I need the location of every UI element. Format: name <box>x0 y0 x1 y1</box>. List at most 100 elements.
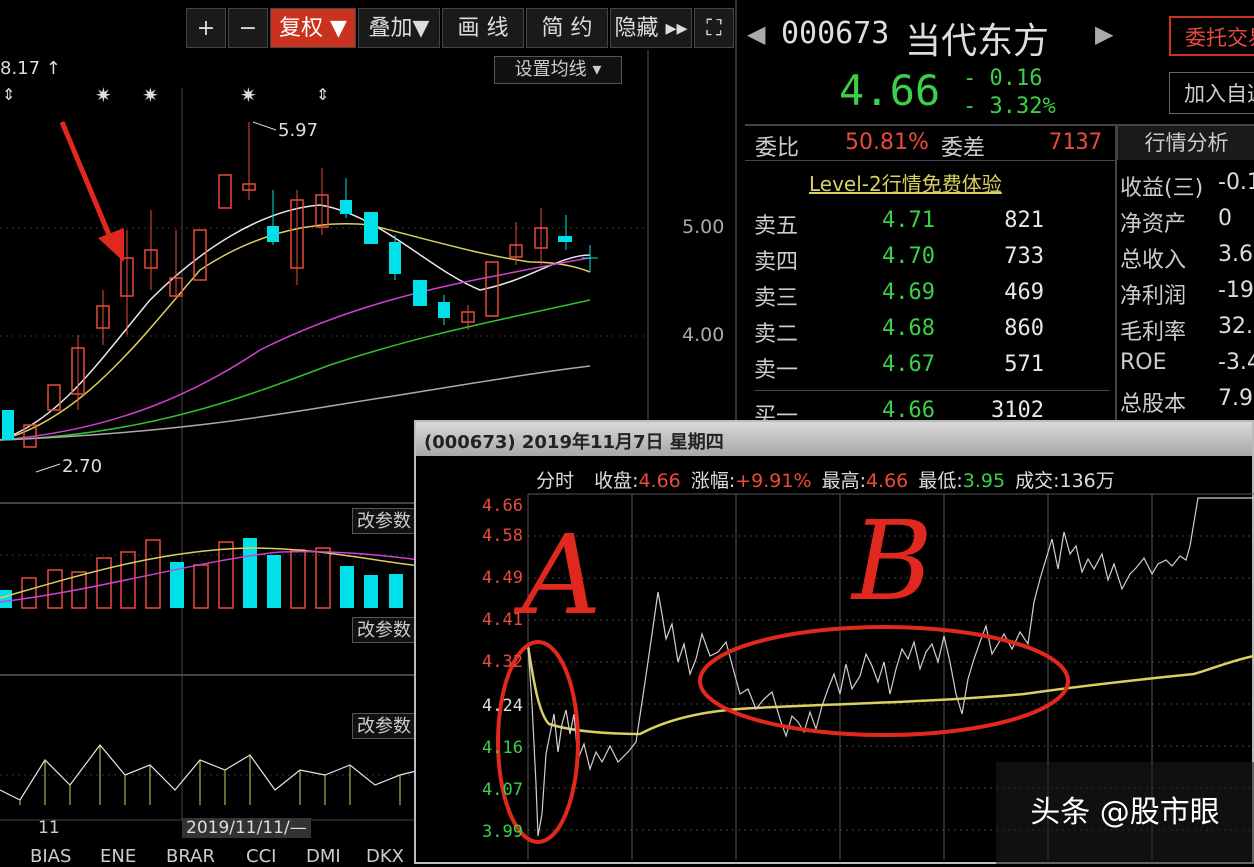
y-tick-label: 4.24 <box>482 696 523 716</box>
ask-price: 4.68 <box>882 316 935 341</box>
ask-row-5: 卖五 4.71 821 <box>754 208 1044 244</box>
fuquan-dropdown[interactable]: 复权 ▼ <box>270 8 356 48</box>
order-button[interactable]: 委托交易 <box>1169 16 1254 56</box>
fin-row: 净利润 -190 <box>1120 278 1254 314</box>
y-tick-label: 4.16 <box>482 738 523 758</box>
divider <box>745 160 1117 161</box>
volume-param-button[interactable]: 改参数 <box>352 508 416 534</box>
fin-value: -3.4 <box>1218 350 1254 375</box>
popup-title: (000673) 2019年11月7日 星期四 <box>424 432 724 453</box>
y-tick-label: 4.58 <box>482 526 523 546</box>
ask-row-4: 卖四 4.70 733 <box>754 244 1044 280</box>
svg-text:✷: ✷ <box>240 83 257 107</box>
watermark: 头条 @股市眼 <box>996 762 1254 864</box>
ask-label: 卖三 <box>754 286 799 311</box>
indicator2-param-button[interactable]: 改参数 <box>352 713 416 739</box>
fin-row: ROE -3.4 <box>1120 350 1254 386</box>
level2-link[interactable]: Level-2行情免费体验 <box>809 168 1002 197</box>
indicator1-param-button[interactable]: 改参数 <box>352 617 416 643</box>
ask-label: 卖四 <box>754 250 799 275</box>
fin-value: -190 <box>1218 278 1254 303</box>
fin-row: 毛利率 32.5 <box>1120 314 1254 350</box>
svg-text:⇕: ⇕ <box>316 85 329 104</box>
fin-row: 总股本 7.9 <box>1120 386 1254 422</box>
popup-titlebar[interactable]: (000673) 2019年11月7日 星期四 <box>416 422 1252 456</box>
ask-row-2: 卖二 4.68 860 <box>754 316 1044 352</box>
y-tick-label: 3.99 <box>482 822 523 842</box>
ask-row-1: 卖一 4.67 571 <box>754 352 1044 388</box>
annotation-letter-b: B <box>852 497 933 625</box>
ma-green <box>0 299 591 441</box>
overlay-dropdown[interactable]: 叠加▼ <box>358 8 440 48</box>
y-tick-label: 4.32 <box>482 652 523 672</box>
ma-white <box>0 204 591 441</box>
stock-name: 当代东方 <box>905 21 1050 62</box>
high-price-label: 5.97 <box>278 120 319 141</box>
red-arrow-annotation <box>59 121 124 262</box>
svg-text:⇕: ⇕ <box>2 85 15 104</box>
next-stock-icon[interactable]: ▶ <box>1095 20 1113 48</box>
ask-volume: 821 <box>1004 208 1044 233</box>
ask-label: 卖二 <box>754 322 799 347</box>
low-price-label: 2.70 <box>62 456 103 477</box>
weicha-label: 委差 <box>941 136 986 161</box>
draw-line-button[interactable]: 画 线 <box>442 8 524 48</box>
y-tick-label: 4.49 <box>482 568 523 588</box>
y-tick-label: 4.41 <box>482 610 523 630</box>
y-tick-label: 4.07 <box>482 780 523 800</box>
ask-row-3: 卖三 4.69 469 <box>754 280 1044 316</box>
weibi-label: 委比 <box>755 136 800 161</box>
weicha-value: 7137 <box>1049 130 1102 155</box>
fin-row: 净资产 0 <box>1120 206 1254 242</box>
annotation-ellipse-b <box>698 625 1070 737</box>
annotation-letter-a: A <box>522 511 602 639</box>
y-tick-label: 4.66 <box>482 496 523 516</box>
svg-text:✷: ✷ <box>95 83 112 107</box>
ask-label: 卖五 <box>754 214 799 239</box>
prev-stock-icon[interactable]: ◀ <box>747 20 765 48</box>
ask-price: 4.67 <box>882 352 935 377</box>
stock-code: 000673 <box>781 16 890 51</box>
ask-label: 卖一 <box>754 358 799 383</box>
fin-label: 净利润 <box>1120 284 1187 309</box>
price-tick-4: 4.00 <box>682 324 725 346</box>
price-tick-5: 5.00 <box>682 216 725 238</box>
fin-row: 总收入 3.6 <box>1120 242 1254 278</box>
ask-volume: 860 <box>1004 316 1044 341</box>
analysis-tab[interactable]: 行情分析 <box>1117 126 1254 160</box>
divider <box>754 390 1110 391</box>
svg-text:✷: ✷ <box>142 83 159 107</box>
fin-row: 收益(三) -0.1 <box>1120 170 1254 206</box>
last-price: 4.66 <box>839 66 941 115</box>
weibi-value: 50.81% <box>845 130 929 155</box>
zoom-in-button[interactable]: + <box>186 8 226 48</box>
divider <box>1115 126 1117 420</box>
fin-value: 7.9 <box>1218 386 1253 411</box>
ask-price: 4.70 <box>882 244 935 269</box>
price-change-pct: - 3.32% <box>963 94 1056 119</box>
date-left: 11 <box>38 818 60 838</box>
zoom-out-button[interactable]: − <box>228 8 268 48</box>
fullscreen-icon[interactable]: ⛶ <box>694 8 734 48</box>
price-change: - 0.16 <box>963 66 1043 91</box>
candles <box>2 122 598 448</box>
ask-volume: 571 <box>1004 352 1044 377</box>
set-ma-dropdown[interactable]: 设置均线 ▾ <box>494 56 622 84</box>
fin-label: 净资产 <box>1120 212 1187 237</box>
fin-value: 32.5 <box>1218 314 1254 339</box>
volume-bars <box>0 538 421 609</box>
simple-mode-button[interactable]: 简 约 <box>526 8 608 48</box>
top-left-value: 8.17 ↑ <box>0 58 61 79</box>
fin-label: 总收入 <box>1120 248 1187 273</box>
ask-volume: 469 <box>1004 280 1044 305</box>
fin-label: ROE <box>1120 350 1167 375</box>
fin-label: 总股本 <box>1120 392 1187 417</box>
ask-price: 4.69 <box>882 280 935 305</box>
fin-value: -0.1 <box>1218 170 1254 195</box>
fin-value: 3.6 <box>1218 242 1253 267</box>
date-crosshair-box: 2019/11/11/— <box>182 818 311 838</box>
ask-price: 4.71 <box>882 208 935 233</box>
hide-panel-button[interactable]: 隐藏 ▸▸ <box>610 8 692 48</box>
add-watchlist-button[interactable]: 加入自选 <box>1169 72 1254 114</box>
fin-label: 毛利率 <box>1120 320 1187 345</box>
